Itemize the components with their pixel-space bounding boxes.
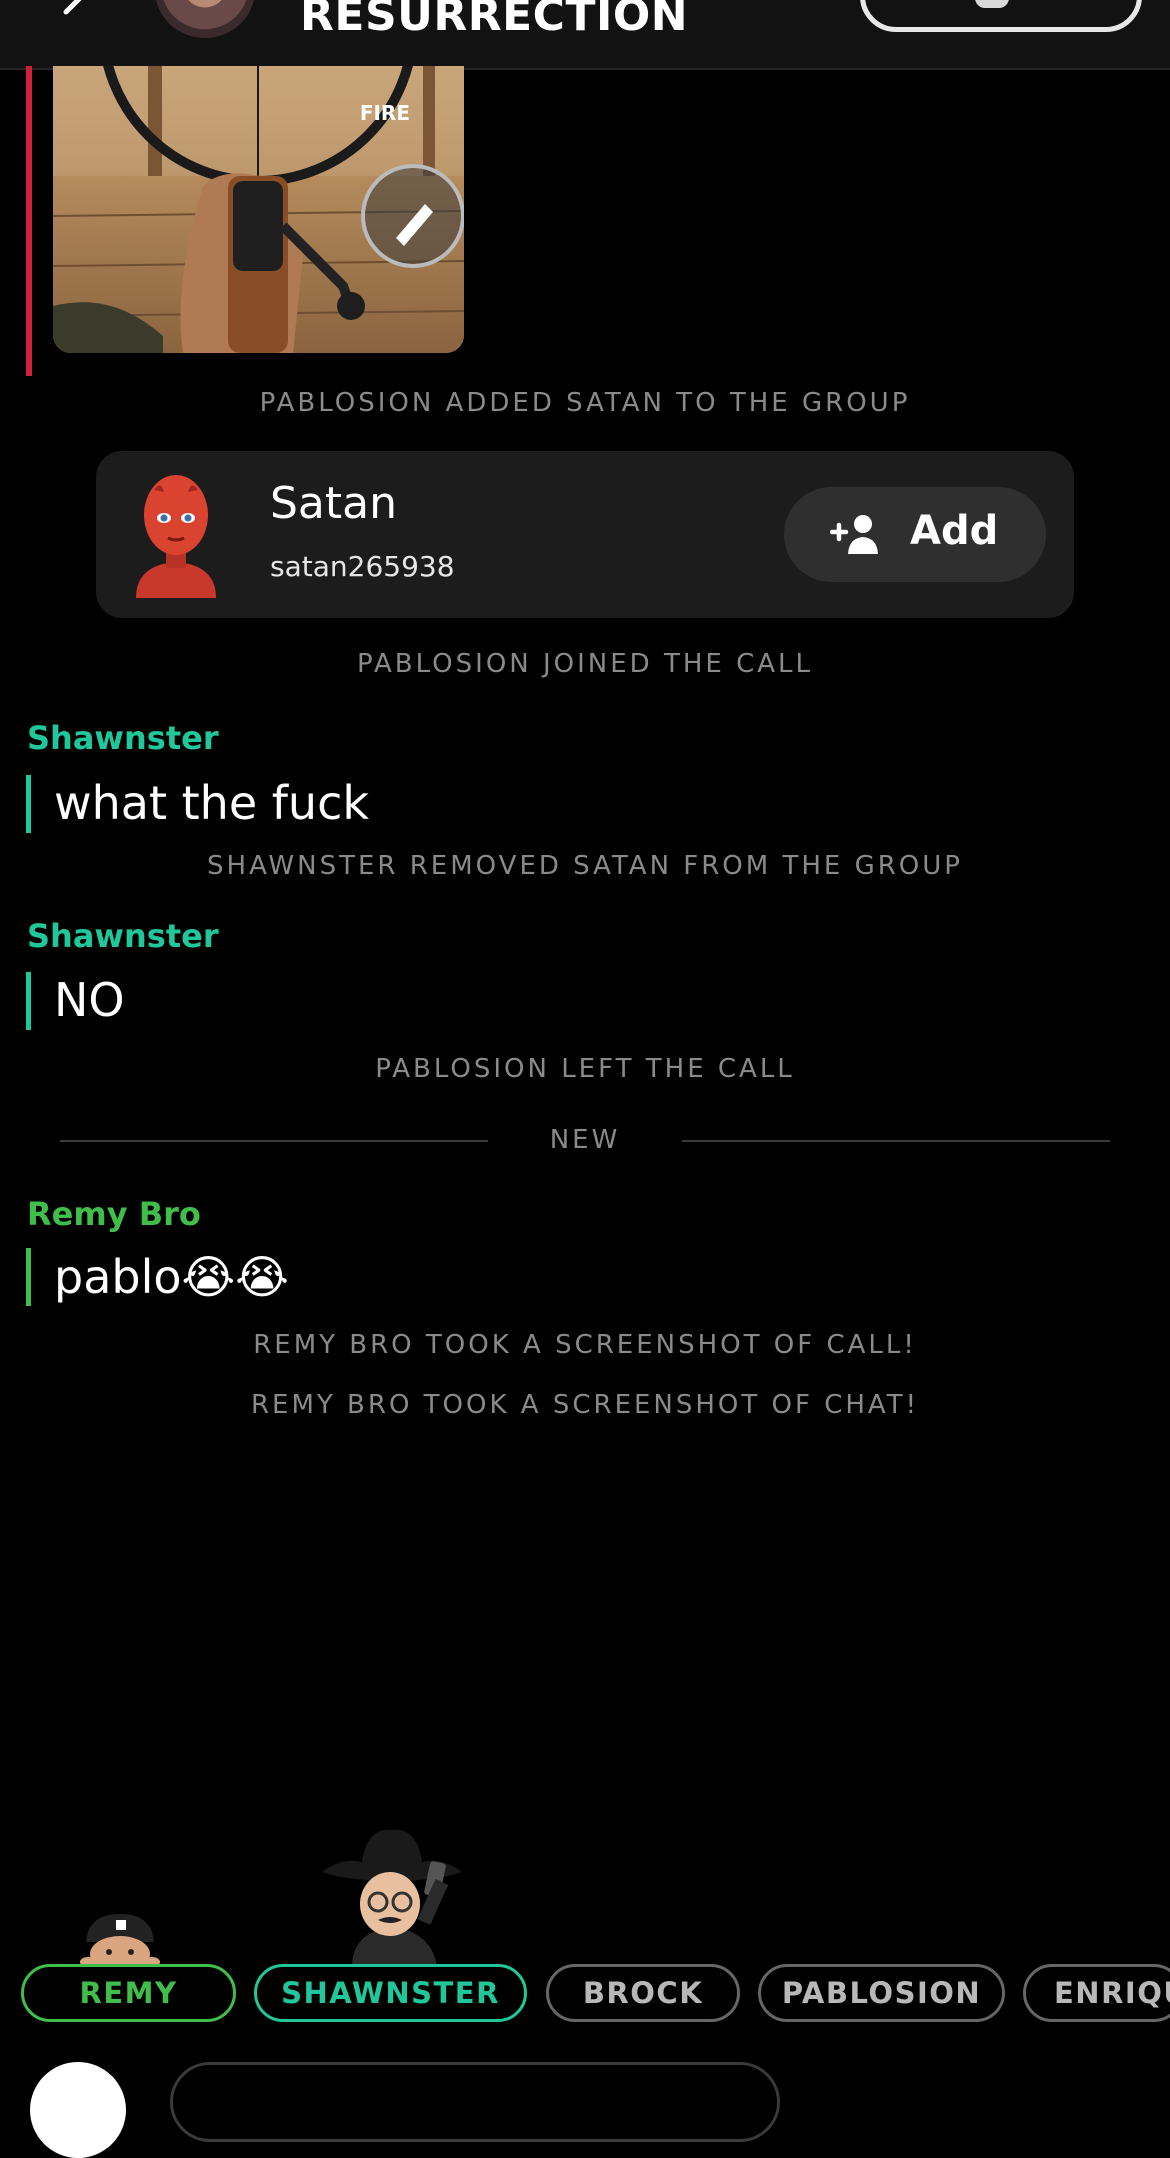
camera-button[interactable]: [30, 2062, 126, 2158]
message-text[interactable]: pablo😭😭: [54, 1250, 289, 1304]
system-message-screenshot-chat: REMY BRO TOOK A SCREENSHOT OF CHAT!: [250, 1390, 920, 1420]
message-sender: Shawnster: [27, 917, 219, 955]
satan-bitmoji-avatar[interactable]: [126, 470, 226, 598]
remy-bitmoji-peek: [80, 1914, 160, 1966]
message-text[interactable]: NO: [54, 973, 125, 1027]
system-message-added: PABLOSION ADDED SATAN TO THE GROUP: [259, 388, 911, 418]
participant-pill-pablosion[interactable]: PABLOSION: [758, 1964, 1005, 2022]
participant-pill-remy[interactable]: REMY: [21, 1964, 236, 2022]
shawnster-bitmoji-peek: [322, 1829, 462, 1967]
message-text[interactable]: what the fuck: [54, 776, 369, 830]
system-message-left: PABLOSION LEFT THE CALL: [375, 1054, 795, 1084]
message-sender: Remy Bro: [27, 1195, 201, 1233]
system-message-joined: PABLOSION JOINED THE CALL: [356, 649, 813, 679]
new-divider-line-right: [682, 1140, 1110, 1142]
message-bar: [26, 775, 31, 833]
chat-title[interactable]: RESURRECTION: [300, 0, 688, 41]
chat-input[interactable]: [170, 2062, 780, 2142]
game-screenshot-image[interactable]: FIRE: [53, 66, 464, 353]
message-sender: Shawnster: [27, 719, 219, 757]
participant-pill-enrique[interactable]: ENRIQU: [1023, 1964, 1170, 2022]
message-bar: [26, 1248, 31, 1306]
friend-username: satan265938: [270, 550, 455, 583]
fire-label: FIRE: [360, 101, 410, 125]
add-button-label: Add: [910, 508, 999, 554]
message-bar: [26, 972, 31, 1030]
back-chevron-icon[interactable]: [52, 0, 92, 34]
friend-name: Satan: [270, 478, 397, 529]
add-person-icon: [830, 515, 878, 554]
participant-pill-brock[interactable]: BROCK: [546, 1964, 740, 2022]
media-message-bar: [26, 66, 32, 376]
participant-pill-shawnster[interactable]: SHAWNSTER: [254, 1964, 527, 2022]
system-message-removed: SHAWNSTER REMOVED SATAN FROM THE GROUP: [207, 851, 963, 881]
system-message-screenshot-call: REMY BRO TOOK A SCREENSHOT OF CALL!: [253, 1330, 917, 1360]
